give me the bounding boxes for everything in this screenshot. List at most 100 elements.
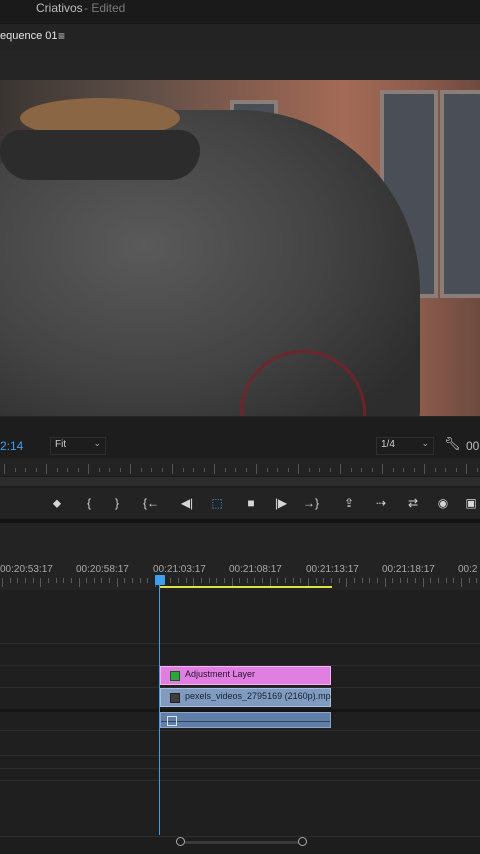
jacket-collar — [0, 130, 200, 180]
export-frame-button[interactable]: ◉ — [434, 494, 452, 512]
ruler-tick — [315, 578, 317, 583]
leather-jacket — [0, 98, 420, 416]
zoom-level-value: Fit — [55, 439, 67, 450]
ruler-tick — [415, 578, 417, 583]
mini-ruler-tick — [361, 468, 362, 472]
ruler-tick — [300, 578, 302, 583]
ruler-tick — [384, 578, 386, 587]
track-line — [0, 643, 480, 644]
ruler-timecode-label: 00:21:18:17 — [382, 564, 435, 575]
ruler-timecode-label: 00:21:08:17 — [229, 564, 282, 575]
track-line — [0, 755, 480, 756]
ruler-tick — [407, 578, 409, 583]
ruler-tick — [47, 578, 49, 583]
go-to-out-button[interactable]: →} — [302, 494, 320, 512]
ruler-tick — [292, 578, 294, 583]
ruler-tick — [24, 578, 26, 583]
scrollbar-end-handle[interactable] — [298, 837, 307, 846]
ruler-tick — [353, 578, 355, 583]
playhead-line[interactable] — [159, 585, 160, 835]
chevron-down-icon: ⌄ — [421, 438, 429, 448]
mini-ruler-tick — [382, 464, 383, 474]
go-to-in-button[interactable]: {← — [142, 494, 160, 512]
mini-ruler-tick — [340, 464, 341, 474]
lift-button[interactable]: ⇪ — [340, 494, 358, 512]
ruler-tick — [392, 578, 394, 583]
mini-ruler-tick — [46, 464, 47, 474]
ruler-tick — [277, 578, 279, 583]
mark-in-button[interactable]: { — [80, 494, 98, 512]
scrollbar-start-handle[interactable] — [176, 837, 185, 846]
ruler-tick — [239, 578, 241, 583]
mini-ruler-tick — [130, 464, 131, 474]
ruler-tick — [32, 578, 34, 583]
ruler-tick — [93, 578, 95, 583]
ruler-timecode-label: 00:21:13:17 — [306, 564, 359, 575]
ruler-tick — [453, 578, 455, 583]
ruler-tick — [476, 578, 478, 583]
clip-label: Adjustment Layer — [185, 669, 256, 679]
ruler-tick — [63, 578, 65, 583]
chevron-down-icon: ⌄ — [93, 438, 101, 448]
mini-ruler-tick — [193, 468, 194, 472]
mini-ruler-tick — [25, 468, 26, 472]
ruler-tick — [101, 578, 103, 583]
ruler-tick — [285, 578, 287, 583]
add-marker-button[interactable]: ⬥ — [48, 494, 66, 512]
video-clip[interactable]: pexels_videos_2795169 (2160p).mp4 [V] — [160, 688, 331, 707]
ruler-tick — [461, 578, 462, 587]
mini-ruler-tick — [14, 468, 16, 472]
playback-resolution-dropdown[interactable]: 1/4 ⌄ — [376, 437, 434, 455]
mini-ruler-tick — [298, 464, 299, 474]
video-frame — [0, 80, 480, 416]
track-line — [0, 836, 480, 837]
mini-ruler-tick — [161, 468, 163, 472]
mini-ruler-tick — [88, 464, 89, 474]
mini-ruler-tick — [77, 468, 79, 472]
monitor-zoom-bar[interactable] — [0, 476, 480, 486]
ruler-tick — [86, 578, 88, 583]
playhead-handle[interactable] — [155, 575, 165, 585]
duration-timecode: 00 — [466, 439, 480, 453]
ruler-tick — [430, 578, 432, 583]
project-name: Criativos — [36, 1, 83, 15]
ruler-tick — [376, 578, 378, 583]
wrench-icon[interactable]: 🔧︎ — [444, 436, 461, 452]
mini-ruler-tick — [151, 468, 152, 472]
overwrite-button[interactable]: ⇄ — [404, 494, 422, 512]
mini-ruler-tick — [67, 468, 68, 472]
mini-ruler-tick — [235, 468, 236, 472]
mini-ruler-tick — [214, 464, 215, 474]
ruler-tick — [147, 578, 149, 583]
ruler-tick — [17, 578, 19, 583]
ruler-tick — [422, 578, 424, 587]
stop-button[interactable]: ■ — [242, 494, 260, 512]
step-back-button[interactable]: ◀| — [178, 494, 196, 512]
track-line — [0, 730, 480, 731]
step-forward-button[interactable]: |▶ — [272, 494, 290, 512]
edited-status: - Edited — [84, 1, 126, 15]
hamburger-menu-icon[interactable]: ≡ — [58, 29, 65, 43]
arm-highlight — [240, 350, 366, 416]
mark-out-button[interactable]: } — [108, 494, 126, 512]
mini-ruler-tick — [476, 468, 478, 472]
ruler-timecode-label: 00:20:58:17 — [76, 564, 129, 575]
mini-ruler-tick — [203, 468, 205, 472]
mini-ruler-tick — [224, 468, 226, 472]
work-area-bar[interactable] — [160, 586, 332, 588]
mini-ruler-tick — [277, 468, 278, 472]
scrollbar-thumb[interactable] — [176, 841, 306, 844]
mini-ruler-tick — [329, 468, 331, 472]
audio-clip[interactable] — [160, 712, 331, 728]
sequence-tab[interactable]: equence 01 — [0, 30, 58, 42]
playhead-timecode[interactable]: 2:14 — [0, 439, 23, 453]
track-line — [0, 768, 480, 769]
insert-button[interactable]: ⇢ — [372, 494, 390, 512]
play-stop-button[interactable]: ⬚ — [208, 494, 226, 512]
zoom-level-dropdown[interactable]: Fit ⌄ — [50, 437, 106, 455]
adjustment-layer-clip[interactable]: Adjustment Layer — [160, 666, 331, 685]
comparison-view-button[interactable]: ▣ — [462, 494, 480, 512]
mini-ruler-tick — [350, 468, 352, 472]
ruler-tick — [2, 578, 3, 587]
ruler-tick — [208, 578, 210, 583]
